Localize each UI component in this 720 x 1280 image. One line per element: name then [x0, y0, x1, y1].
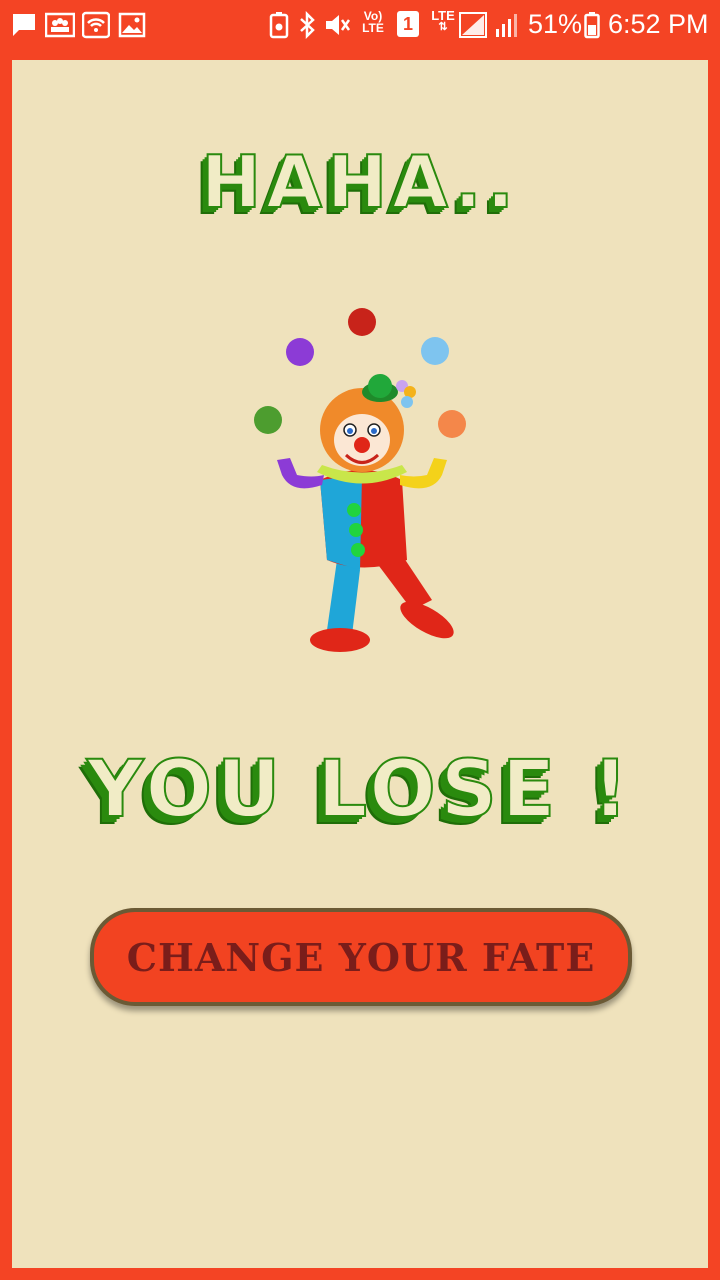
signal-icon — [459, 12, 517, 38]
sim-slot-label: 1 — [402, 14, 413, 34]
juggling-ball-purple — [286, 338, 314, 366]
volte-label-bottom: LTE — [362, 21, 384, 35]
juggling-clown-image — [254, 308, 466, 652]
message-icon — [13, 14, 35, 36]
bluetooth-icon — [300, 11, 315, 39]
battery-icon — [584, 12, 600, 39]
battery-percent: 51% — [528, 9, 583, 39]
contacts-icon — [45, 12, 75, 38]
mute-icon — [326, 15, 351, 35]
haha-title: HAHA.. — [200, 139, 519, 225]
image-icon — [118, 12, 146, 38]
battery-saver-icon — [269, 12, 289, 39]
change-your-fate-button[interactable]: CHANGE YOUR FATE — [90, 908, 632, 1006]
juggling-ball-red — [348, 308, 376, 336]
volte-icon: Vo) LTE — [359, 10, 387, 34]
you-lose-title: YOU LOSE ! — [86, 744, 633, 836]
game-over-panel: HAHA.. YOU LOSE ! CHANGE YOUR FATE — [12, 60, 708, 1268]
juggling-ball-orange — [438, 410, 466, 438]
juggling-ball-blue — [421, 337, 449, 365]
juggling-ball-green — [254, 406, 282, 434]
clock: 6:52 PM — [608, 9, 709, 39]
status-bar: Vo) LTE 1 LTE ⇅ 51% 6:52 PM — [0, 0, 720, 50]
lte-signal-icon: LTE ⇅ — [431, 8, 455, 33]
sim-icon: 1 — [397, 11, 419, 37]
wifi-icon — [82, 11, 110, 39]
